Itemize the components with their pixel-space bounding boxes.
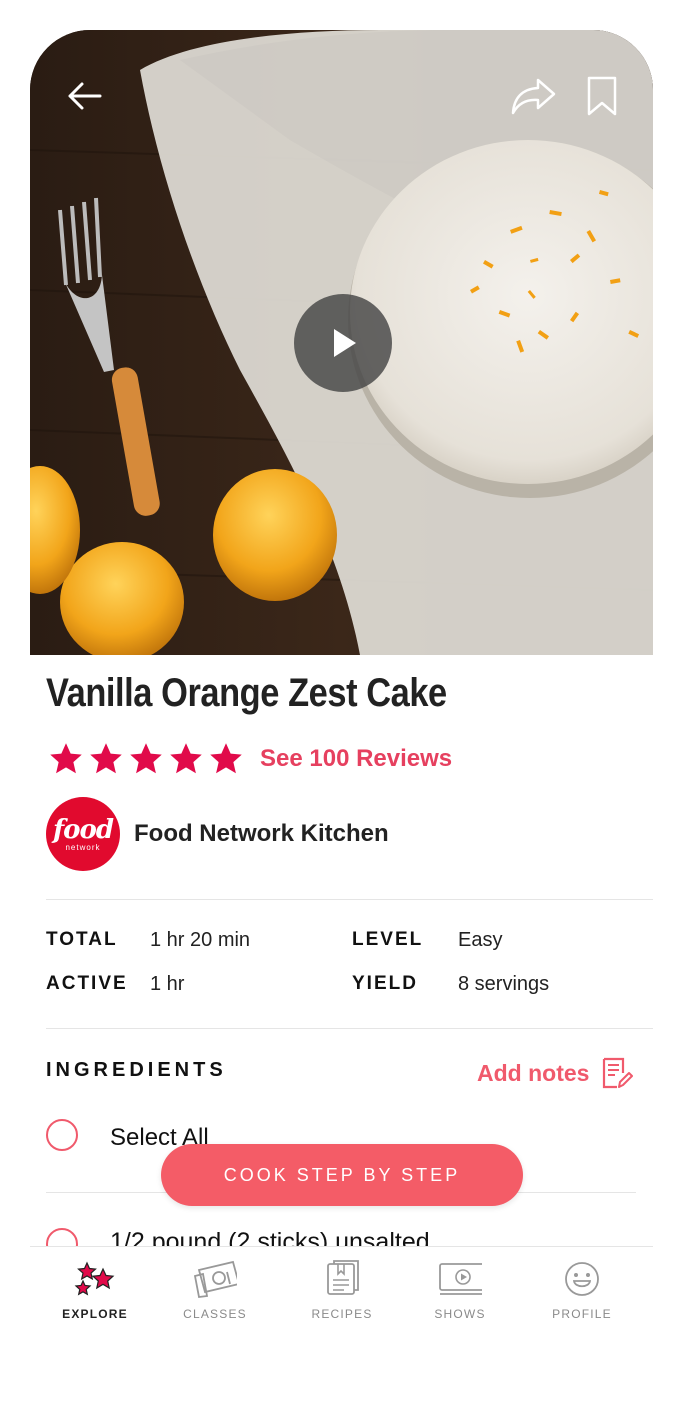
yield-label: YIELD bbox=[352, 973, 418, 994]
star-icon bbox=[50, 743, 82, 774]
shows-icon bbox=[439, 1263, 482, 1295]
active-value: 1 hr bbox=[150, 973, 185, 995]
add-notes-label: Add notes bbox=[477, 1059, 590, 1086]
cook-step-by-step-button[interactable]: COOK STEP BY STEP bbox=[161, 1144, 523, 1206]
play-video-button[interactable] bbox=[294, 294, 392, 392]
divider bbox=[46, 899, 653, 900]
phone-screen: Vanilla Orange Zest Cake See 100 Reviews… bbox=[30, 30, 653, 1365]
recipes-icon bbox=[327, 1260, 359, 1295]
tab-label: SHOWS bbox=[434, 1307, 486, 1321]
star-icon bbox=[210, 743, 242, 774]
source-name: Food Network Kitchen bbox=[134, 820, 389, 847]
play-icon bbox=[334, 329, 356, 357]
ingredient-checkbox[interactable] bbox=[46, 1228, 78, 1246]
classes-icon bbox=[193, 1260, 237, 1298]
recipe-title: Vanilla Orange Zest Cake bbox=[46, 671, 447, 715]
bookmark-icon bbox=[587, 76, 617, 116]
level-label: LEVEL bbox=[352, 929, 424, 950]
share-button[interactable] bbox=[505, 72, 563, 120]
stars-icon bbox=[74, 1261, 115, 1296]
star-icon bbox=[130, 743, 162, 774]
arrow-left-icon bbox=[68, 82, 102, 110]
tab-label: RECIPES bbox=[311, 1307, 373, 1321]
rating-row: See 100 Reviews bbox=[46, 741, 452, 777]
star-icon bbox=[170, 743, 202, 774]
yield-value: 8 servings bbox=[458, 973, 550, 995]
tab-label: EXPLORE bbox=[62, 1307, 128, 1321]
recipe-hero-image[interactable] bbox=[30, 30, 653, 655]
ingredient-text: 1/2 pound (2 sticks) unsalted bbox=[110, 1228, 430, 1246]
tab-label: PROFILE bbox=[552, 1307, 612, 1321]
level-value: Easy bbox=[458, 929, 503, 951]
smiley-icon bbox=[565, 1262, 599, 1296]
notes-pencil-icon bbox=[603, 1057, 634, 1089]
add-notes-button[interactable]: Add notes bbox=[477, 1055, 634, 1091]
food-network-logo: food network bbox=[46, 797, 120, 871]
select-all-checkbox[interactable] bbox=[46, 1119, 78, 1151]
back-button[interactable] bbox=[60, 72, 108, 120]
tab-classes[interactable]: CLASSES bbox=[160, 1259, 270, 1339]
total-label: TOTAL bbox=[46, 929, 118, 950]
ingredient-row[interactable]: 1/2 pound (2 sticks) unsalted bbox=[30, 1220, 653, 1246]
tab-profile[interactable]: PROFILE bbox=[527, 1259, 637, 1339]
recipe-source[interactable]: food network Food Network Kitchen bbox=[46, 797, 389, 871]
bookmark-button[interactable] bbox=[580, 70, 624, 122]
tab-label: CLASSES bbox=[183, 1307, 247, 1321]
divider bbox=[46, 1028, 653, 1029]
see-reviews-link[interactable]: See 100 Reviews bbox=[260, 745, 452, 773]
total-value: 1 hr 20 min bbox=[150, 929, 251, 951]
star-icon bbox=[90, 743, 122, 774]
ingredients-heading: INGREDIENTS bbox=[46, 1059, 227, 1081]
tab-shows[interactable]: SHOWS bbox=[405, 1259, 515, 1339]
tab-explore[interactable]: EXPLORE bbox=[40, 1259, 150, 1339]
share-icon bbox=[511, 78, 556, 115]
active-label: ACTIVE bbox=[46, 973, 128, 994]
bottom-tab-bar: EXPLORE CLASSES RECIPES SHOWS PROFILE bbox=[30, 1247, 653, 1365]
tab-recipes[interactable]: RECIPES bbox=[287, 1259, 397, 1339]
